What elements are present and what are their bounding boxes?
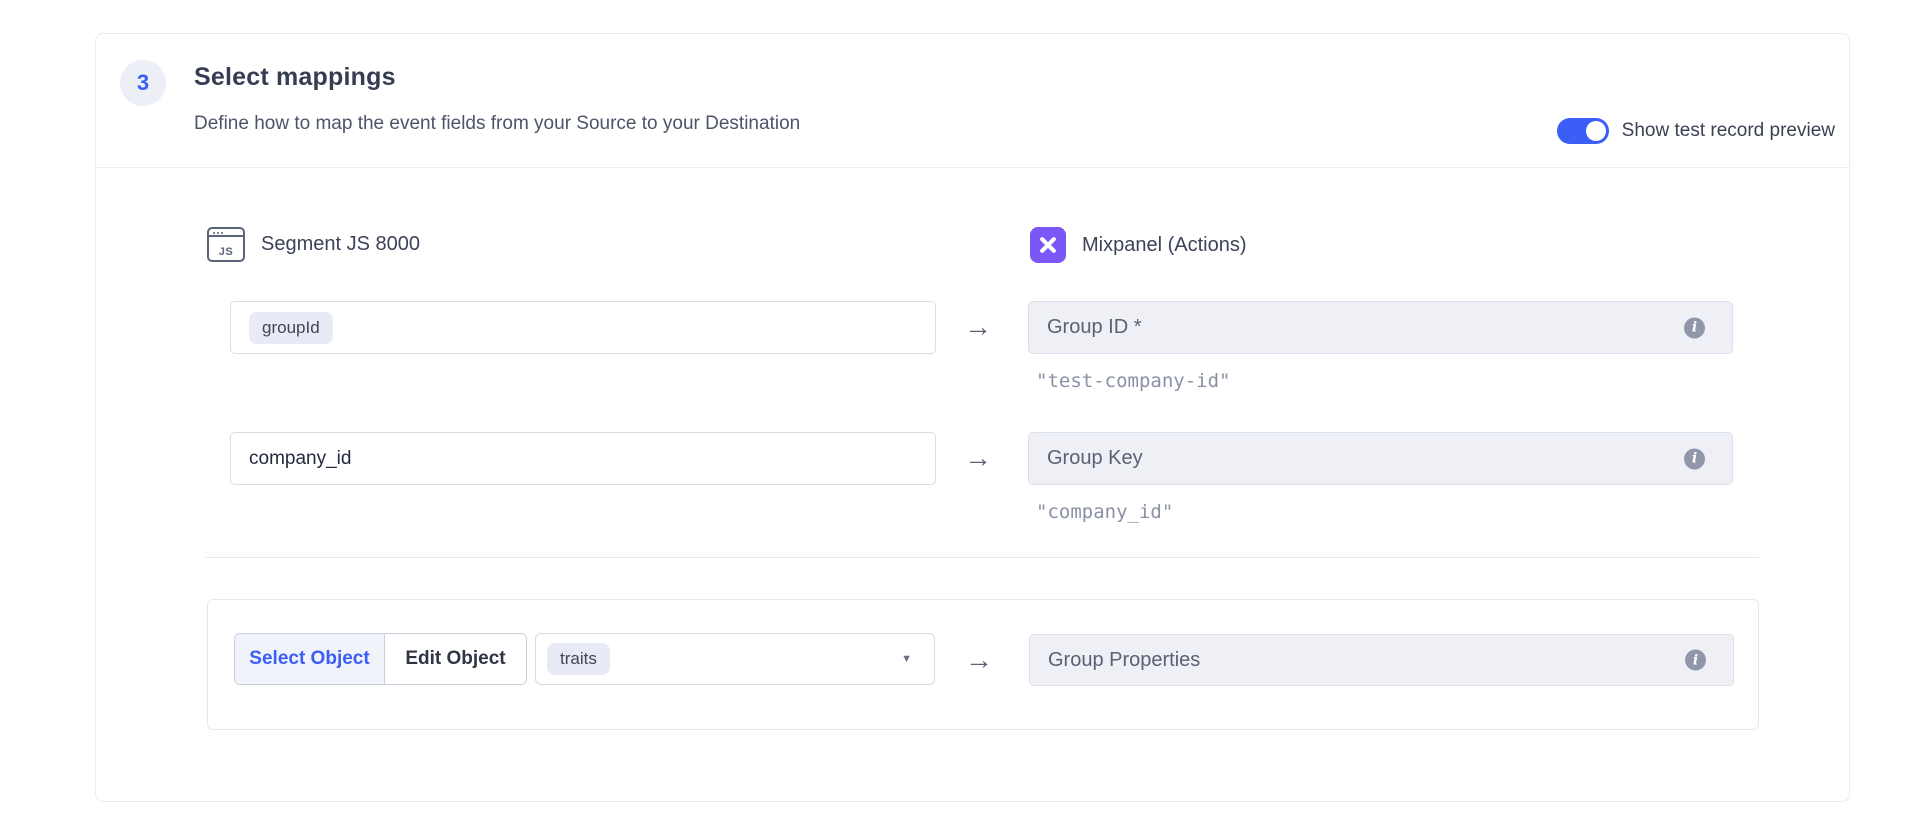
chevron-down-icon: ▼ <box>901 653 912 665</box>
step-number-badge: 3 <box>120 60 166 106</box>
destination-field-label: Group Properties <box>1048 649 1200 672</box>
mapping-arrow-icon: → <box>965 646 993 674</box>
destination-field-group-properties[interactable]: Group Properties i <box>1029 634 1734 686</box>
toggle-knob-icon <box>1586 121 1606 141</box>
destination-name: Mixpanel (Actions) <box>1082 234 1247 257</box>
object-mapping-card: Select Object Edit Object traits ▼ → Gro… <box>207 599 1759 730</box>
object-source-chip[interactable]: traits <box>547 643 610 675</box>
page-subtitle: Define how to map the event fields from … <box>194 113 800 135</box>
test-record-preview-value: "test-company-id" <box>1036 370 1230 392</box>
object-source-dropdown[interactable]: traits ▼ <box>535 633 935 685</box>
destination-field-label: Group ID * <box>1047 316 1141 339</box>
edit-object-button[interactable]: Edit Object <box>385 634 526 684</box>
source-field-input-groupid[interactable]: groupId <box>230 301 936 354</box>
test-record-preview-control: Show test record preview <box>1557 118 1835 144</box>
info-icon[interactable]: i <box>1685 650 1706 671</box>
object-mode-segmented-control: Select Object Edit Object <box>234 633 527 685</box>
source-field-value: company_id <box>249 448 351 470</box>
source-column-header: JS Segment JS 8000 <box>207 227 420 262</box>
section-divider <box>206 557 1759 558</box>
destination-field-group-key[interactable]: Group Key i <box>1028 432 1733 485</box>
info-icon[interactable]: i <box>1684 317 1705 338</box>
select-object-button[interactable]: Select Object <box>235 634 385 684</box>
header-divider <box>96 167 1849 168</box>
info-icon[interactable]: i <box>1684 448 1705 469</box>
mixpanel-icon <box>1030 227 1066 263</box>
mapping-arrow-icon: → <box>964 313 992 341</box>
destination-field-group-id[interactable]: Group ID * i <box>1028 301 1733 354</box>
source-field-chip[interactable]: groupId <box>249 312 333 344</box>
destination-field-label: Group Key <box>1047 447 1143 470</box>
select-mappings-card: 3 Select mappings Define how to map the … <box>95 33 1850 802</box>
source-name: Segment JS 8000 <box>261 233 420 256</box>
page-title: Select mappings <box>194 63 396 92</box>
destination-column-header: Mixpanel (Actions) <box>1030 227 1247 263</box>
mapping-arrow-icon: → <box>964 444 992 472</box>
source-field-input-company-id[interactable]: company_id <box>230 432 936 485</box>
source-js-browser-icon: JS <box>207 227 245 262</box>
show-test-record-toggle[interactable] <box>1557 118 1609 144</box>
toggle-label: Show test record preview <box>1622 120 1835 142</box>
test-record-preview-value: "company_id" <box>1036 501 1173 523</box>
page: 3 Select mappings Define how to map the … <box>0 0 1906 836</box>
